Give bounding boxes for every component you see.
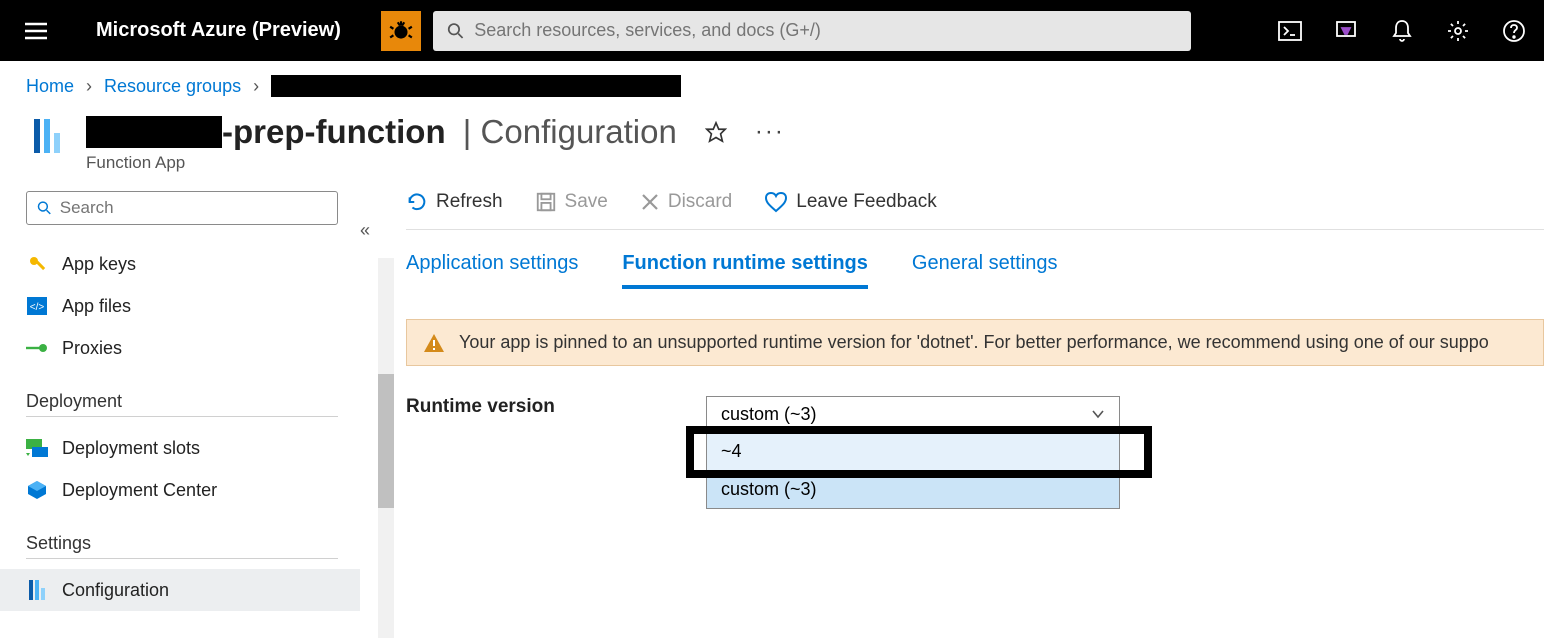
dropdown-list: ~4 custom (~3) (706, 432, 1120, 509)
code-icon: </> (26, 295, 48, 317)
warning-icon (423, 333, 445, 353)
top-bar-actions (1276, 17, 1528, 45)
breadcrumb-sep: › (253, 76, 259, 97)
sidebar: App keys </> App files Proxies Deploymen… (0, 181, 360, 634)
tab-application-settings[interactable]: Application settings (406, 252, 578, 289)
configuration-icon (26, 579, 48, 601)
content-panel: Refresh Save Discard Leave Feedback Appl… (360, 181, 1544, 634)
global-search (433, 11, 1191, 51)
global-search-input[interactable] (474, 20, 1177, 41)
key-icon (26, 253, 48, 275)
sidebar-item-label: App files (62, 296, 131, 317)
tabs: Application settings Function runtime se… (406, 230, 1544, 289)
runtime-version-dropdown[interactable]: custom (~3) ~4 custom (~3) (706, 396, 1120, 509)
discard-button: Discard (640, 191, 732, 213)
svg-text:</>: </> (30, 302, 45, 313)
breadcrumb-sep: › (86, 76, 92, 97)
tab-general-settings[interactable]: General settings (912, 252, 1058, 289)
favorite-star-icon[interactable] (705, 121, 727, 143)
settings-gear-icon[interactable] (1444, 17, 1472, 45)
more-actions-icon[interactable]: ··· (755, 118, 785, 146)
proxy-icon (26, 337, 48, 359)
sidebar-item-label: Configuration (62, 580, 169, 601)
toolbar: Refresh Save Discard Leave Feedback (406, 181, 1544, 230)
hamburger-menu-icon[interactable] (16, 11, 56, 51)
notifications-icon[interactable] (1388, 17, 1416, 45)
global-search-input-wrap[interactable] (433, 11, 1191, 51)
title-suffix: -prep-function (222, 113, 446, 151)
feedback-button[interactable]: Leave Feedback (764, 191, 937, 213)
title-redacted (86, 116, 222, 148)
refresh-label: Refresh (436, 191, 503, 213)
function-app-icon (26, 113, 72, 159)
dropdown-selected-text: custom (~3) (721, 404, 817, 425)
dropdown-option-v4[interactable]: ~4 (707, 432, 1119, 470)
search-icon (37, 200, 52, 216)
filter-icon[interactable] (1332, 17, 1360, 45)
sidebar-section-settings: Settings (26, 533, 338, 559)
sidebar-item-deployment-slots[interactable]: Deployment slots (26, 427, 360, 469)
sidebar-section-deployment: Deployment (26, 391, 338, 417)
slots-icon (26, 437, 48, 459)
sidebar-item-label: App keys (62, 254, 136, 275)
cloud-shell-icon[interactable] (1276, 17, 1304, 45)
deployment-center-icon (26, 479, 48, 501)
search-icon (447, 22, 464, 40)
page-title: -prep-function | Configuration ··· (86, 113, 785, 151)
dropdown-option-custom3[interactable]: custom (~3) (707, 470, 1119, 508)
title-section: Configuration (481, 113, 677, 151)
help-icon[interactable] (1500, 17, 1528, 45)
title-row: -prep-function | Configuration ··· Funct… (0, 97, 1544, 181)
sidebar-item-label: Deployment Center (62, 480, 217, 501)
save-button: Save (535, 191, 608, 213)
sidebar-item-proxies[interactable]: Proxies (26, 327, 360, 369)
preview-bug-icon[interactable] (381, 11, 421, 51)
chevron-down-icon (1091, 409, 1105, 419)
sidebar-item-label: Proxies (62, 338, 122, 359)
sidebar-search[interactable] (26, 191, 338, 225)
brand-label: Microsoft Azure (Preview) (96, 19, 341, 42)
warning-banner: Your app is pinned to an unsupported run… (406, 319, 1544, 366)
page-subtitle: Function App (86, 153, 785, 173)
discard-label: Discard (668, 191, 732, 213)
sidebar-search-input[interactable] (60, 198, 327, 218)
breadcrumb: Home › Resource groups › (0, 61, 1544, 97)
top-bar: Microsoft Azure (Preview) (0, 0, 1544, 61)
sidebar-item-app-keys[interactable]: App keys (26, 243, 360, 285)
breadcrumb-redacted (271, 75, 681, 97)
sidebar-item-configuration[interactable]: Configuration (0, 569, 360, 611)
sidebar-item-label: Deployment slots (62, 438, 200, 459)
feedback-label: Leave Feedback (796, 191, 937, 213)
save-label: Save (565, 191, 608, 213)
warning-text: Your app is pinned to an unsupported run… (459, 332, 1489, 353)
dropdown-selected[interactable]: custom (~3) (706, 396, 1120, 432)
sidebar-item-deployment-center[interactable]: Deployment Center (26, 469, 360, 511)
runtime-version-label: Runtime version (406, 396, 706, 418)
sidebar-item-app-files[interactable]: </> App files (26, 285, 360, 327)
breadcrumb-resource-groups[interactable]: Resource groups (104, 76, 241, 97)
runtime-version-row: Runtime version custom (~3) ~4 custom (~… (406, 396, 1544, 509)
tab-runtime-settings[interactable]: Function runtime settings (622, 252, 868, 289)
refresh-button[interactable]: Refresh (406, 191, 503, 213)
breadcrumb-home[interactable]: Home (26, 76, 74, 97)
